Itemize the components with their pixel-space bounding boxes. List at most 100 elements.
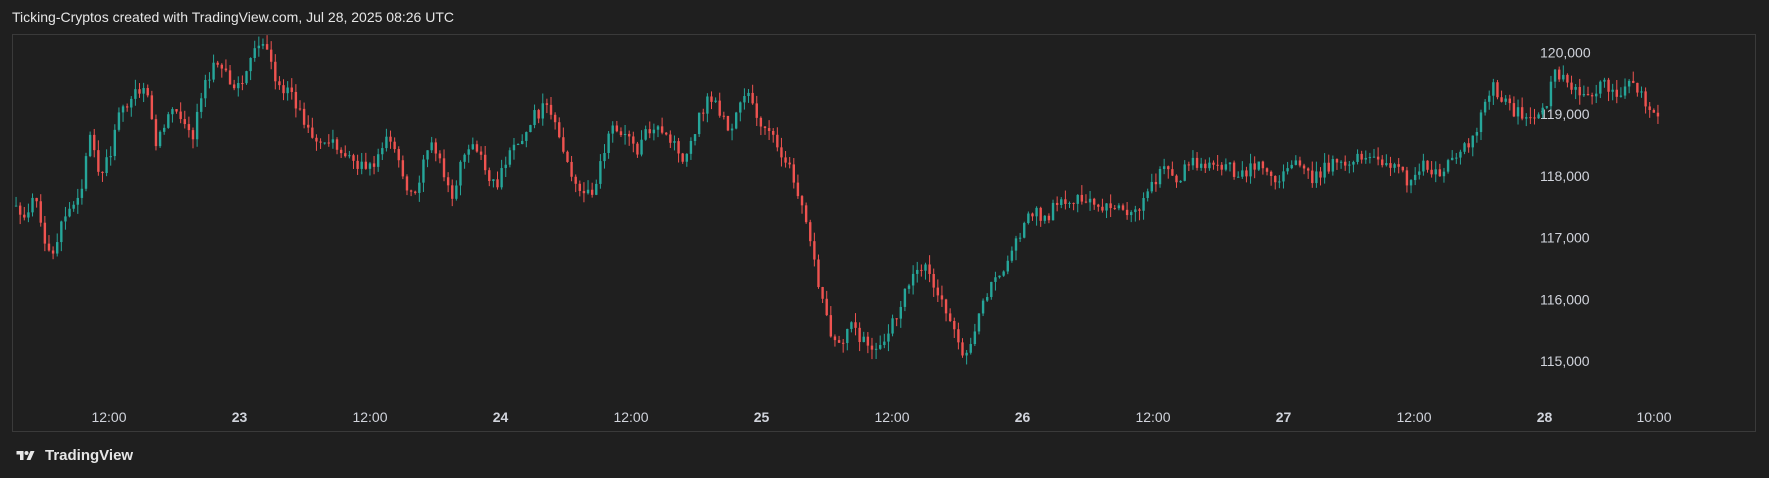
candle-up xyxy=(208,79,211,81)
candle-up xyxy=(1459,151,1462,158)
candle-up xyxy=(1574,86,1577,90)
tradingview-logo-icon xyxy=(16,450,35,460)
candle-down xyxy=(1344,161,1347,166)
candle-down xyxy=(438,153,442,159)
candle-up xyxy=(360,161,363,169)
candle-down xyxy=(1311,170,1314,184)
candle-up xyxy=(1068,202,1071,204)
candle-up xyxy=(1228,162,1232,165)
candle-up xyxy=(385,136,388,149)
candle-up xyxy=(1599,81,1602,94)
candle-down xyxy=(146,88,149,96)
candle-up xyxy=(1088,198,1092,203)
candle-down xyxy=(1298,160,1302,166)
candle-down xyxy=(1496,82,1499,98)
candle-up xyxy=(504,164,507,169)
candle-down xyxy=(1512,103,1516,117)
candle-down xyxy=(1405,170,1409,186)
candle-up xyxy=(1364,157,1367,160)
candle-down xyxy=(1652,110,1656,113)
candle-up xyxy=(1446,160,1450,172)
candle-up xyxy=(80,188,84,198)
candle-down xyxy=(327,142,330,144)
candle-down xyxy=(294,91,298,109)
candle-up xyxy=(850,322,853,329)
candle-up xyxy=(862,336,865,343)
candle-up xyxy=(623,133,627,136)
candle-down xyxy=(920,269,923,271)
candlestick-chart[interactable]: 120,000 119,000 118,000 117,000 116,000 115,0… xyxy=(0,0,1769,478)
candle-down xyxy=(274,61,277,82)
candle-up xyxy=(27,212,30,218)
candle-down xyxy=(1648,106,1651,111)
candle-down xyxy=(669,134,672,143)
candle-up xyxy=(1537,114,1540,119)
candle-up xyxy=(685,153,689,162)
candle-up xyxy=(541,103,544,119)
candle-down xyxy=(1426,160,1429,170)
candle-down xyxy=(833,336,837,341)
candle-down xyxy=(759,117,763,127)
candle-down xyxy=(627,133,631,137)
candle-up xyxy=(1199,163,1203,168)
candle-up xyxy=(88,134,92,157)
candle-down xyxy=(1084,201,1088,203)
candle-down xyxy=(1072,202,1075,204)
candle-down xyxy=(1253,163,1256,170)
candle-down xyxy=(1376,156,1380,160)
candle-up xyxy=(652,129,656,134)
candle-down xyxy=(1632,80,1635,83)
candle-down xyxy=(191,130,195,140)
candle-up xyxy=(903,288,907,307)
x-tick-time-label: 12:00 xyxy=(613,409,648,425)
candle-down xyxy=(1121,205,1125,210)
candle-up xyxy=(14,205,18,207)
candle-up xyxy=(730,128,734,131)
candle-down xyxy=(183,119,186,125)
candle-up xyxy=(68,208,71,217)
candle-down xyxy=(125,106,129,108)
candle-up xyxy=(981,300,985,314)
candle-up xyxy=(599,161,602,184)
tradingview-watermark[interactable]: TradingView xyxy=(12,447,133,464)
candle-down xyxy=(1101,206,1104,211)
candle-down xyxy=(282,85,285,94)
candle-down xyxy=(401,160,405,177)
candle-up xyxy=(656,126,660,130)
candle-down xyxy=(18,205,22,215)
candle-up xyxy=(1257,161,1260,170)
candle-up xyxy=(109,156,112,158)
candle-up xyxy=(508,150,512,165)
candle-down xyxy=(1438,169,1442,177)
candle-down xyxy=(1520,107,1524,119)
candle-down xyxy=(224,68,228,71)
candle-down xyxy=(1389,163,1392,168)
candle-down xyxy=(1302,165,1306,169)
candle-down xyxy=(767,128,771,131)
candle-down xyxy=(562,137,565,152)
candle-up xyxy=(286,87,289,94)
candle-down xyxy=(957,329,960,343)
candle-down xyxy=(179,111,182,120)
candle-down xyxy=(537,110,540,119)
x-tick-day-label: 25 xyxy=(754,409,770,425)
candle-up xyxy=(1183,164,1186,181)
candle-down xyxy=(928,264,931,274)
x-tick-time-label: 10:00 xyxy=(1636,409,1671,425)
candle-up xyxy=(1475,132,1479,136)
candle-up xyxy=(1450,157,1454,161)
candle-up xyxy=(130,98,133,108)
candle-up xyxy=(965,352,968,356)
candle-down xyxy=(665,132,668,135)
candle-down xyxy=(475,144,479,152)
candle-down xyxy=(397,149,400,161)
candle-down xyxy=(393,141,396,150)
candle-down xyxy=(780,147,783,158)
candle-up xyxy=(1323,162,1326,178)
candle-up xyxy=(1603,79,1606,82)
candle-up xyxy=(1035,207,1038,217)
candle-down xyxy=(1265,168,1269,172)
candle-up xyxy=(1516,107,1520,117)
candle-down xyxy=(344,153,347,157)
candle-up xyxy=(607,133,610,153)
